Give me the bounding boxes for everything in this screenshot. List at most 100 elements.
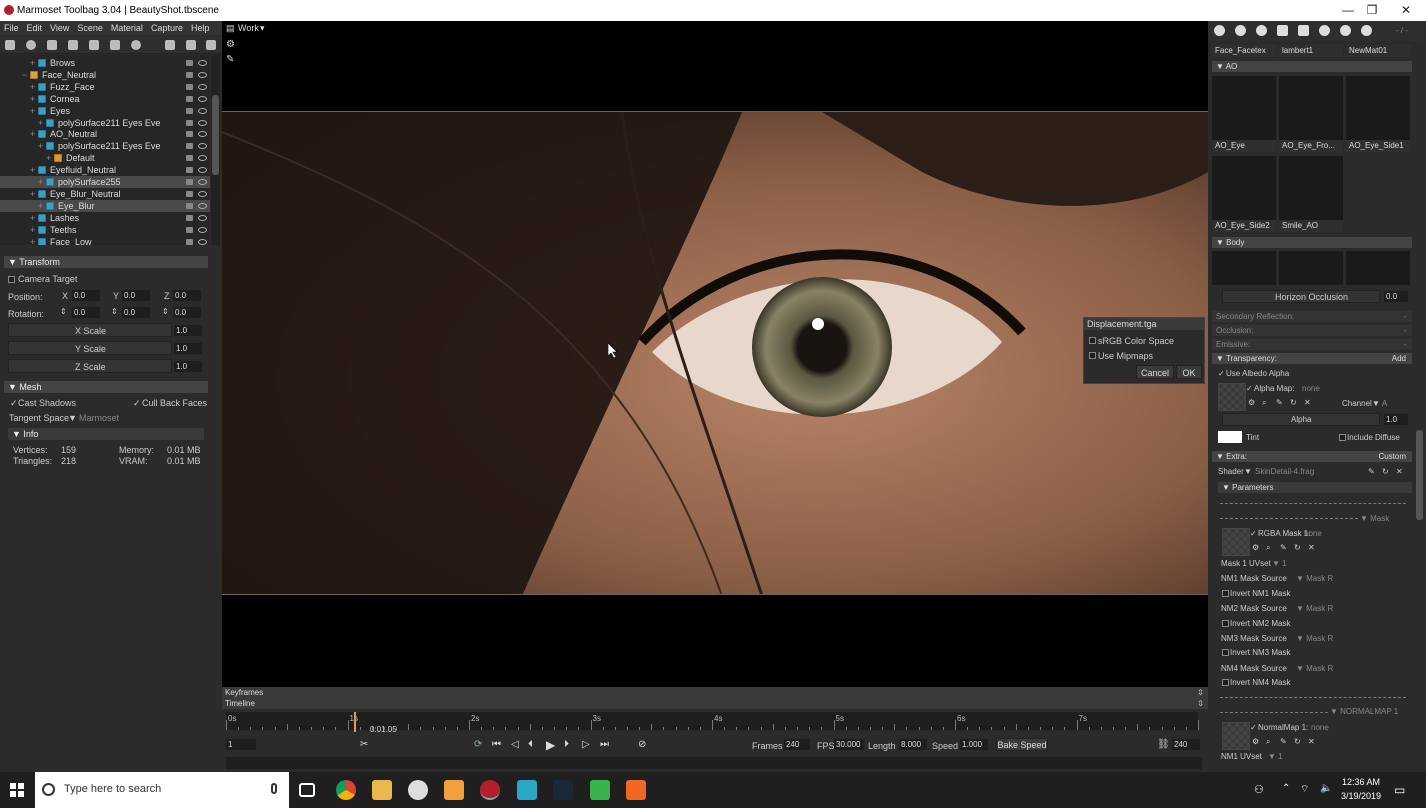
outliner-row[interactable]: + Teeths [0, 224, 210, 236]
rotation-y-stepper-icon[interactable]: ⇕ [111, 307, 118, 316]
lock-icon[interactable] [186, 179, 193, 185]
menu-capture[interactable]: Capture [147, 21, 187, 35]
visibility-eye-icon[interactable] [198, 226, 207, 233]
occlusion-header[interactable]: Occlusion: - [1212, 325, 1412, 336]
keyframes-header[interactable]: Keyframes ⇳ [222, 687, 1208, 698]
marmoset-m-icon[interactable] [444, 780, 464, 800]
rgba-mask-search-icon[interactable]: ⌕ [1266, 543, 1270, 553]
lock-icon[interactable] [186, 238, 193, 245]
visibility-eye-icon[interactable] [198, 167, 207, 174]
outliner-row[interactable]: + Eyes [0, 105, 210, 117]
ao-eye-side2-thumbnail[interactable] [1212, 156, 1276, 220]
cull-back-faces-check-icon[interactable]: ✓ [133, 398, 141, 409]
visibility-eye-icon[interactable] [198, 83, 207, 90]
viewport-brush-icon[interactable]: ✎ [226, 54, 234, 65]
expand-toggle-icon[interactable]: + [30, 128, 35, 140]
z-scale-slider[interactable]: Z Scale [8, 359, 172, 373]
file-explorer-icon[interactable] [372, 780, 392, 800]
visibility-eye-icon[interactable] [198, 107, 207, 114]
camera-target-checkbox[interactable] [8, 276, 15, 283]
viewport-settings-gear-icon[interactable]: ⚙ [226, 39, 235, 50]
rgba-mask-reload-icon[interactable]: ↻ [1294, 543, 1301, 552]
expand-toggle-icon[interactable]: + [30, 224, 35, 236]
info-section-header[interactable]: ▼ Info [8, 428, 204, 440]
outliner-row[interactable]: + Face_Low [0, 236, 210, 245]
mipmaps-checkbox[interactable] [1089, 352, 1096, 359]
tangent-space-value[interactable]: Marmoset [79, 413, 119, 423]
add-fog-icon[interactable] [131, 40, 141, 50]
lock-icon[interactable] [186, 71, 193, 78]
expand-toggle-icon[interactable]: − [22, 69, 27, 81]
channel-value[interactable]: A [1382, 399, 1387, 408]
nm4-mask-source-value[interactable]: ▼ Mask R [1296, 664, 1333, 673]
outliner-row[interactable]: + Default [0, 152, 210, 164]
chrome-icon[interactable] [336, 780, 356, 800]
nm1-mask-source-value[interactable]: ▼ Mask R [1296, 574, 1333, 583]
extra-header[interactable]: ▼ Extra: Custom [1212, 451, 1412, 462]
expand-toggle-icon[interactable]: + [30, 164, 35, 176]
x-scale-slider[interactable]: X Scale [8, 323, 172, 337]
lock-icon[interactable] [186, 167, 193, 174]
material-pick-icon[interactable] [1319, 25, 1330, 36]
unreal-engine-icon[interactable] [408, 780, 428, 800]
timeline-header[interactable]: Timeline ⇳ [222, 698, 1208, 709]
3d-viewport[interactable]: ▤ Work ▾ ⚙ ✎ [222, 21, 1208, 687]
outliner-row[interactable]: + polySurface211 Eyes Eve [0, 117, 210, 129]
delete-material-icon[interactable] [1298, 25, 1309, 36]
transparency-mode-dropdown[interactable]: Add [1392, 353, 1406, 364]
rotation-x-stepper-icon[interactable]: ⇕ [60, 307, 67, 316]
srgb-checkbox[interactable] [1089, 337, 1096, 344]
invert-nm2-checkbox[interactable] [1222, 620, 1229, 627]
alpha-map-check-icon[interactable]: ✓ [1246, 384, 1253, 393]
alpha-map-search-icon[interactable]: ⌕ [1262, 398, 1266, 408]
normalmap-group-label[interactable]: ▼ NORMALMAP 1 [1330, 707, 1398, 716]
speed-field[interactable]: 1.000 [960, 739, 988, 750]
cancel-button[interactable]: Cancel [1136, 365, 1174, 379]
expand-toggle-icon[interactable]: + [46, 152, 51, 164]
rgba-mask-check-icon[interactable]: ✓ [1250, 529, 1257, 538]
playhead[interactable] [353, 712, 356, 732]
visibility-eye-icon[interactable] [198, 179, 207, 185]
transparency-header[interactable]: ▼ Transparency: Add [1212, 353, 1412, 364]
z-scale-field[interactable]: 1.0 [174, 361, 202, 372]
body-material-thumbnail-2[interactable] [1279, 251, 1343, 285]
timeline-scrub-track[interactable] [226, 757, 1202, 769]
menu-view[interactable]: View [46, 21, 73, 35]
outliner-scrollbar[interactable] [211, 55, 220, 245]
ao-eye-thumbnail[interactable] [1212, 76, 1276, 140]
expand-toggle-icon[interactable]: + [30, 188, 35, 200]
normalmap-thumbnail[interactable] [1222, 722, 1250, 750]
shader-dropdown-icon[interactable]: ▼ [1244, 467, 1252, 476]
people-icon[interactable]: ⚇ [1254, 783, 1264, 796]
nm2-mask-source-value[interactable]: ▼ Mask R [1296, 604, 1333, 613]
shader-clear-icon[interactable]: ✕ [1396, 467, 1403, 476]
invert-nm3-checkbox[interactable] [1222, 649, 1229, 656]
outliner-row[interactable]: + polySurface211 Eyes Eve [0, 140, 210, 152]
fps-field[interactable]: 30.000 [834, 739, 864, 750]
lock-icon[interactable] [186, 190, 193, 197]
visibility-eye-icon[interactable] [198, 155, 207, 162]
material-settings-icon[interactable] [1361, 25, 1372, 36]
material-face-facetex[interactable]: Face_Facetex [1212, 45, 1276, 57]
add-object-icon[interactable] [5, 40, 15, 50]
mask-group-label[interactable]: ▼ Mask [1360, 514, 1389, 523]
rgba-mask-edit-icon[interactable]: ✎ [1280, 543, 1287, 552]
alpha-map-settings-icon[interactable]: ⚙ [1248, 398, 1255, 407]
clock-time[interactable]: 12:36 AM [1337, 777, 1385, 787]
duplicate-icon[interactable] [186, 40, 196, 50]
skip-to-start-icon[interactable]: ⏮ [492, 739, 501, 750]
lock-icon[interactable] [186, 143, 193, 150]
duplicate-material-icon[interactable] [1235, 25, 1246, 36]
lock-icon[interactable] [186, 214, 193, 221]
extra-mode-dropdown[interactable]: Custom [1378, 451, 1406, 462]
maya-icon[interactable] [517, 780, 537, 800]
material-page-nav[interactable]: - / - [1396, 26, 1408, 35]
taskbar-search-box[interactable]: Type here to search [35, 772, 289, 808]
tint-color-swatch[interactable] [1218, 431, 1242, 443]
new-material-icon[interactable] [1214, 25, 1225, 36]
outliner-row[interactable]: + polySurface255 [0, 176, 210, 188]
expand-toggle-icon[interactable]: + [30, 57, 35, 69]
keyframes-expand-icon[interactable]: ⇳ [1197, 687, 1204, 698]
lock-icon[interactable] [186, 107, 193, 114]
material-ao-eye-side2[interactable]: AO_Eye_Side2 [1212, 220, 1276, 232]
